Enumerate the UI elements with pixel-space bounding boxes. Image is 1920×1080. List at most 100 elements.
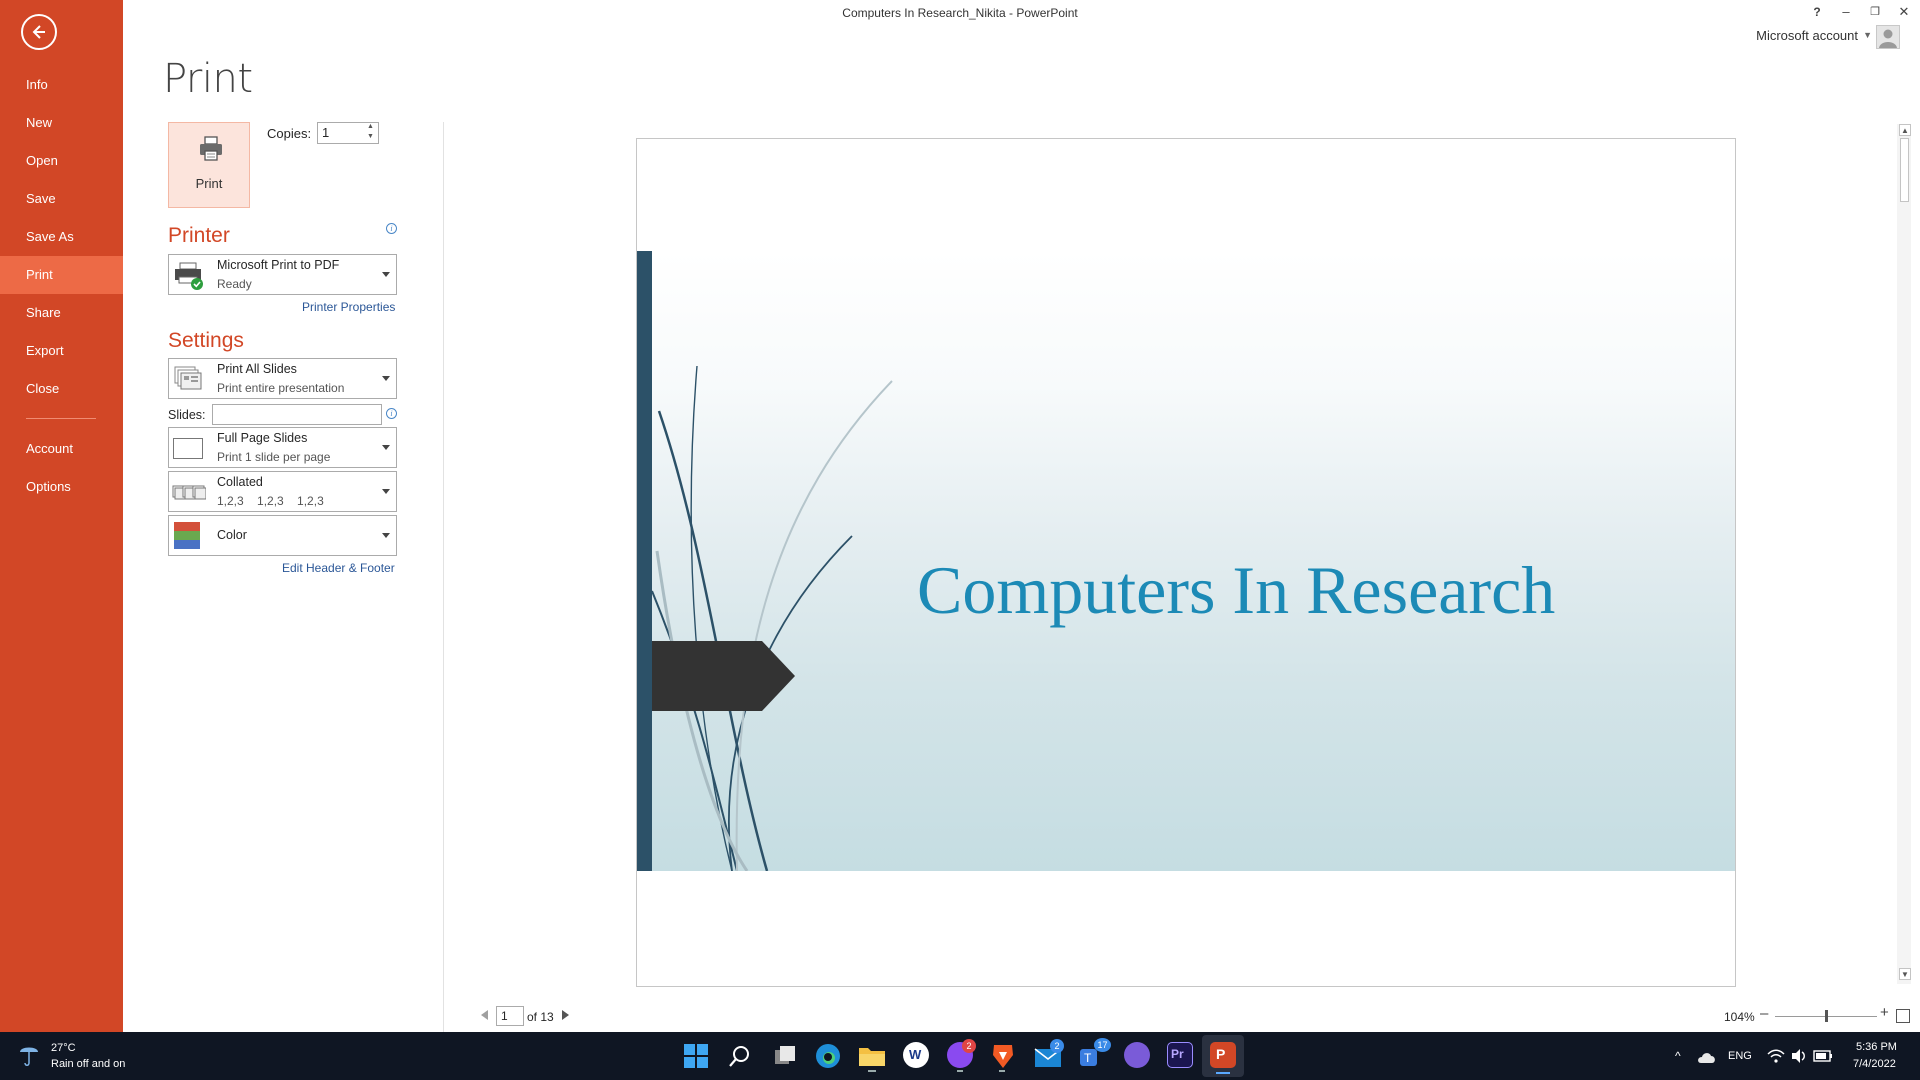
sidebar-item-save-as[interactable]: Save As <box>0 218 123 256</box>
slide-title: Computers In Research <box>917 552 1556 628</box>
print-button[interactable]: Print <box>168 122 250 208</box>
printer-icon <box>200 136 222 161</box>
sidebar-item-account[interactable]: Account <box>0 430 123 468</box>
chevron-down-icon <box>382 272 390 277</box>
zoom-to-page-icon[interactable] <box>1896 1009 1910 1023</box>
close-window-button[interactable]: ✕ <box>1891 2 1917 22</box>
full-page-slide-icon <box>173 438 203 459</box>
account-chevron-down-icon[interactable]: ▼ <box>1863 30 1872 40</box>
svg-text:T: T <box>1084 1051 1092 1065</box>
powerpoint-icon[interactable]: P <box>1210 1042 1236 1068</box>
clock-time[interactable]: 5:36 PM <box>1856 1041 1897 1053</box>
printer-properties-link[interactable]: Printer Properties <box>302 300 395 314</box>
settings-heading: Settings <box>168 329 244 352</box>
sidebar-item-close[interactable]: Close <box>0 370 123 408</box>
brave-browser-icon[interactable] <box>991 1042 1015 1069</box>
slide-decoration-curves <box>637 365 893 871</box>
layout-main: Full Page Slides <box>217 431 308 445</box>
collated-icon <box>172 485 206 500</box>
backstage-sidebar: Info New Open Save Save As Print Share E… <box>0 0 123 1032</box>
previous-page-icon[interactable] <box>481 1010 488 1020</box>
color-main: Color <box>217 528 247 542</box>
search-icon[interactable] <box>728 1044 752 1068</box>
page-title: Print <box>163 56 253 102</box>
layout-dropdown[interactable]: Full Page Slides Print 1 slide per page <box>168 427 397 468</box>
printer-dropdown[interactable]: Microsoft Print to PDF Ready <box>168 254 397 295</box>
sidebar-item-print[interactable]: Print <box>0 256 123 294</box>
layout-sub: Print 1 slide per page <box>217 450 331 464</box>
scroll-down-icon[interactable]: ▼ <box>1899 968 1911 980</box>
sidebar-item-save[interactable]: Save <box>0 180 123 218</box>
weather-temperature[interactable]: 27°C <box>51 1042 76 1054</box>
edge-browser-icon[interactable] <box>815 1043 841 1069</box>
sidebar-item-info[interactable]: Info <box>0 66 123 104</box>
page-number-input[interactable]: 1 <box>496 1006 524 1026</box>
slide-accent-bar <box>637 251 652 871</box>
word-pad-icon[interactable]: W <box>903 1042 929 1068</box>
window-title: Computers In Research_Nikita - PowerPoin… <box>842 6 1078 20</box>
messenger-badge: 2 <box>962 1039 976 1053</box>
sidebar-item-export[interactable]: Export <box>0 332 123 370</box>
scroll-thumb[interactable] <box>1900 138 1909 202</box>
task-view-icon[interactable] <box>773 1044 797 1068</box>
printer-status: Ready <box>217 277 252 291</box>
slides-stack-icon <box>174 366 202 390</box>
sidebar-item-options[interactable]: Options <box>0 468 123 506</box>
account-label[interactable]: Microsoft account <box>1756 28 1858 43</box>
windows-start-icon[interactable] <box>684 1044 708 1068</box>
collate-sub: 1,2,3 1,2,3 1,2,3 <box>217 494 324 508</box>
mail-badge: 2 <box>1050 1039 1064 1053</box>
next-page-icon[interactable] <box>562 1010 569 1020</box>
print-button-label: Print <box>195 176 223 191</box>
slides-input[interactable] <box>212 404 382 425</box>
print-range-dropdown[interactable]: Print All Slides Print entire presentati… <box>168 358 397 399</box>
minimize-button[interactable]: – <box>1833 2 1859 22</box>
slides-label: Slides: <box>168 408 206 422</box>
weather-rain-icon <box>20 1047 38 1066</box>
printer-ready-icon <box>175 262 203 290</box>
chevron-down-icon <box>382 533 390 538</box>
file-explorer-icon[interactable] <box>858 1045 886 1067</box>
weather-description[interactable]: Rain off and on <box>51 1058 125 1070</box>
vertical-scrollbar[interactable] <box>1897 124 1911 984</box>
color-swatch-icon <box>174 522 200 549</box>
onedrive-icon[interactable] <box>1697 1050 1717 1064</box>
chevron-down-icon <box>382 445 390 450</box>
language-indicator[interactable]: ENG <box>1728 1050 1752 1062</box>
sidebar-item-share[interactable]: Share <box>0 294 123 332</box>
printer-heading: Printer <box>168 224 230 247</box>
spin-up-icon[interactable]: ▲ <box>367 123 374 130</box>
teams-badge: 17 <box>1094 1038 1111 1052</box>
battery-icon[interactable] <box>1813 1049 1833 1063</box>
volume-icon[interactable] <box>1790 1048 1808 1064</box>
sidebar-divider <box>26 418 96 419</box>
panel-divider <box>443 122 444 1032</box>
edit-header-footer-link[interactable]: Edit Header & Footer <box>282 561 395 575</box>
collate-dropdown[interactable]: Collated 1,2,3 1,2,3 1,2,3 <box>168 471 397 512</box>
zoom-in-icon[interactable]: + <box>1880 1004 1889 1021</box>
avatar[interactable] <box>1876 25 1900 49</box>
viber-icon[interactable] <box>1124 1042 1150 1068</box>
sidebar-item-new[interactable]: New <box>0 104 123 142</box>
spin-down-icon[interactable]: ▼ <box>367 133 374 140</box>
slide-preview: Computers In Research <box>637 251 1735 871</box>
premiere-pro-icon[interactable]: Pr <box>1167 1042 1193 1068</box>
slides-info-icon[interactable]: i <box>386 408 397 419</box>
restore-button[interactable]: ❐ <box>1862 2 1888 22</box>
chevron-down-icon <box>382 376 390 381</box>
color-dropdown[interactable]: Color <box>168 515 397 556</box>
zoom-level[interactable]: 104% <box>1724 1010 1755 1024</box>
tray-chevron-up-icon[interactable]: ^ <box>1675 1049 1681 1063</box>
print-range-sub: Print entire presentation <box>217 381 345 395</box>
zoom-out-icon[interactable]: – <box>1760 1005 1768 1022</box>
wifi-icon[interactable] <box>1767 1048 1785 1064</box>
copies-label: Copies: <box>267 126 312 141</box>
zoom-slider-thumb[interactable] <box>1825 1010 1828 1022</box>
sidebar-item-open[interactable]: Open <box>0 142 123 180</box>
collate-main: Collated <box>217 475 263 489</box>
page-total: of 13 <box>527 1010 554 1024</box>
help-button[interactable]: ? <box>1804 2 1830 22</box>
scroll-up-icon[interactable]: ▲ <box>1899 124 1911 136</box>
printer-info-icon[interactable]: i <box>386 223 397 234</box>
clock-date[interactable]: 7/4/2022 <box>1853 1058 1896 1070</box>
